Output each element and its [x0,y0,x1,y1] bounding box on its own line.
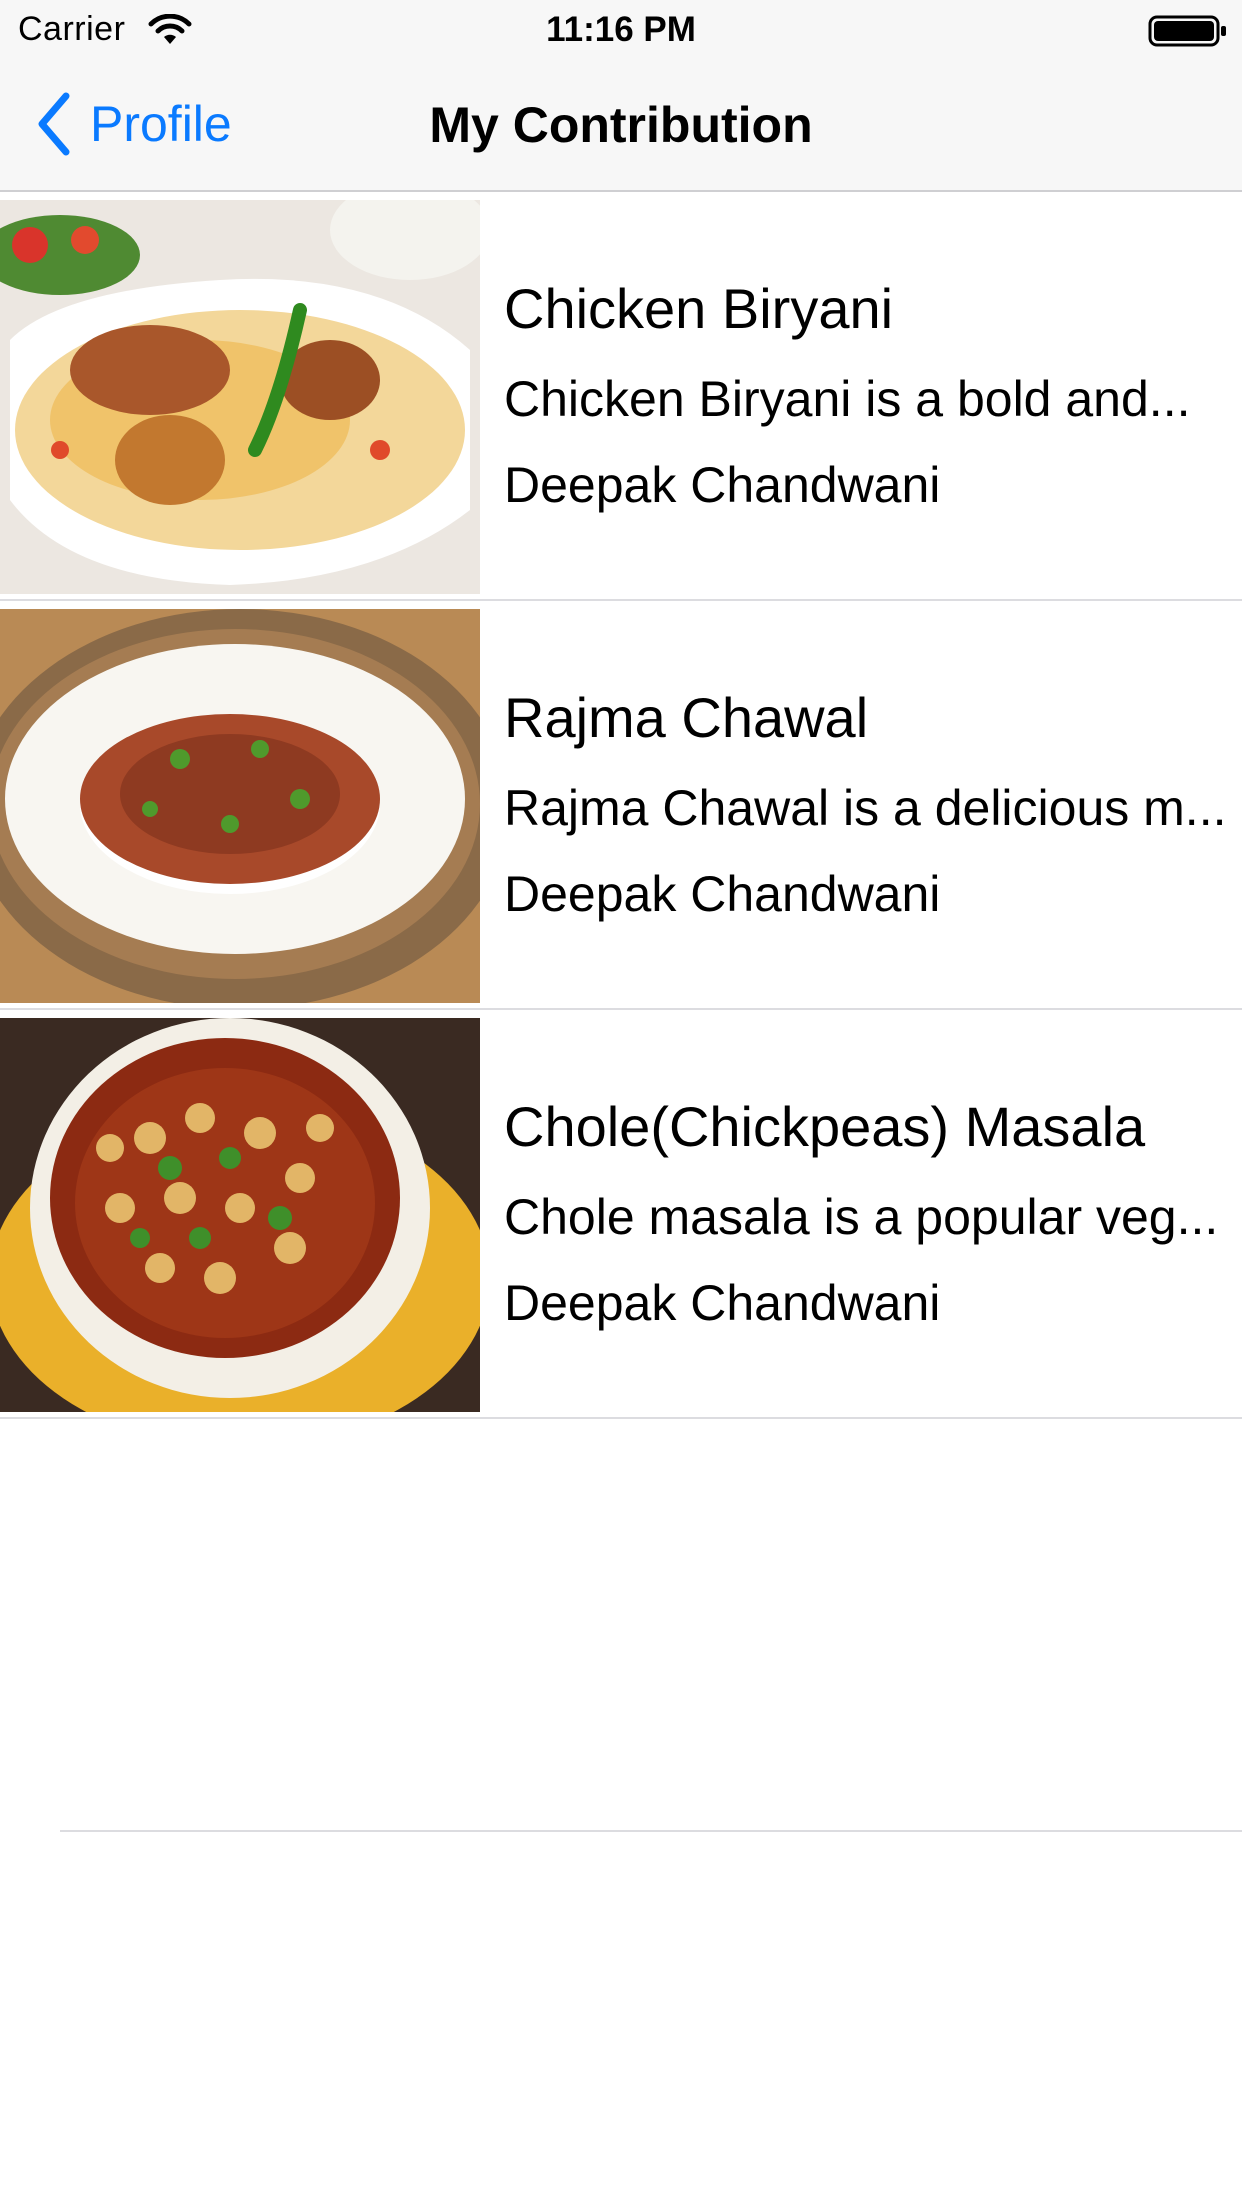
status-bar: Carrier 11:16 PM [0,0,1242,60]
recipe-description: Chicken Biryani is a bold and... [504,371,1191,427]
recipe-row[interactable]: Chole(Chickpeas) Masala Chole masala is … [0,1010,1242,1419]
empty-row-divider [60,1830,1242,1832]
recipe-title: Chole(Chickpeas) Masala [504,1095,1146,1158]
recipe-author: Deepak Chandwani [504,866,941,922]
recipe-title: Rajma Chawal [504,686,869,749]
rajma-chawal-photo [0,609,480,1003]
chicken-biryani-photo [0,200,480,594]
recipe-description: Rajma Chawal is a delicious m... [504,780,1227,836]
recipe-list: Chicken Biryani Chicken Biryani is a bol… [0,192,1242,1419]
recipe-description: Chole masala is a popular veg... [504,1189,1219,1245]
recipe-author: Deepak Chandwani [504,1275,941,1331]
page-title: My Contribution [429,97,813,153]
recipe-row[interactable]: Chicken Biryani Chicken Biryani is a bol… [0,192,1242,601]
recipe-title: Chicken Biryani [504,277,894,340]
navigation-bar: Profile My Contribution [0,60,1242,192]
battery-icon [1148,15,1226,47]
recipe-author: Deepak Chandwani [504,457,941,513]
status-time: 11:16 PM [546,10,696,49]
row-divider [0,1417,1242,1419]
recipe-row[interactable]: Rajma Chawal Rajma Chawal is a delicious… [0,601,1242,1010]
chole-masala-photo [0,1018,480,1412]
